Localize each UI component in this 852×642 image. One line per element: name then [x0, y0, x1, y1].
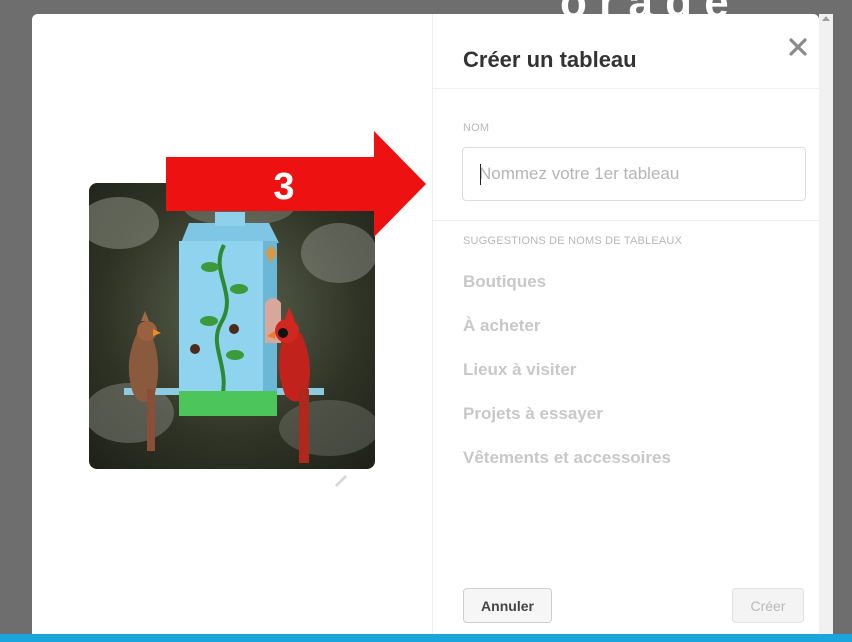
name-section-label: NOM: [463, 122, 490, 134]
create-button[interactable]: Créer: [732, 588, 804, 623]
tutorial-step-number: 3: [273, 166, 294, 208]
close-button[interactable]: [783, 34, 813, 64]
tutorial-step-arrow: 3: [166, 131, 426, 237]
close-icon: [788, 37, 808, 62]
suggestion-item-vetements-et-accessoires[interactable]: Vêtements et accessoires: [463, 446, 671, 490]
header-divider: [433, 88, 819, 89]
board-name-suggestions: Boutiques À acheter Lieux à visiter Proj…: [463, 270, 671, 490]
accent-bar: [0, 634, 852, 642]
suggestion-item-projets-a-essayer[interactable]: Projets à essayer: [463, 402, 671, 446]
board-form-pane: Créer un tableau NOM SUGGESTIONS DE NOMS…: [432, 14, 819, 642]
pin-preview-pane: [32, 14, 432, 642]
suggestions-section-label: SUGGESTIONS DE NOMS DE TABLEAUX: [463, 235, 683, 247]
cancel-button[interactable]: Annuler: [463, 588, 552, 623]
scroll-up-arrow-icon[interactable]: [822, 16, 830, 21]
suggestion-item-a-acheter[interactable]: À acheter: [463, 314, 671, 358]
suggestion-item-lieux-a-visiter[interactable]: Lieux à visiter: [463, 358, 671, 402]
text-caret: [480, 164, 481, 185]
suggestion-item-boutiques[interactable]: Boutiques: [463, 270, 671, 314]
dialog-title: Créer un tableau: [463, 47, 637, 72]
edit-pencil-icon[interactable]: [332, 470, 350, 493]
create-board-dialog: Créer un tableau NOM SUGGESTIONS DE NOMS…: [32, 14, 819, 642]
scrollbar[interactable]: [819, 14, 833, 642]
board-name-input[interactable]: [462, 147, 806, 201]
name-divider: [433, 220, 819, 221]
